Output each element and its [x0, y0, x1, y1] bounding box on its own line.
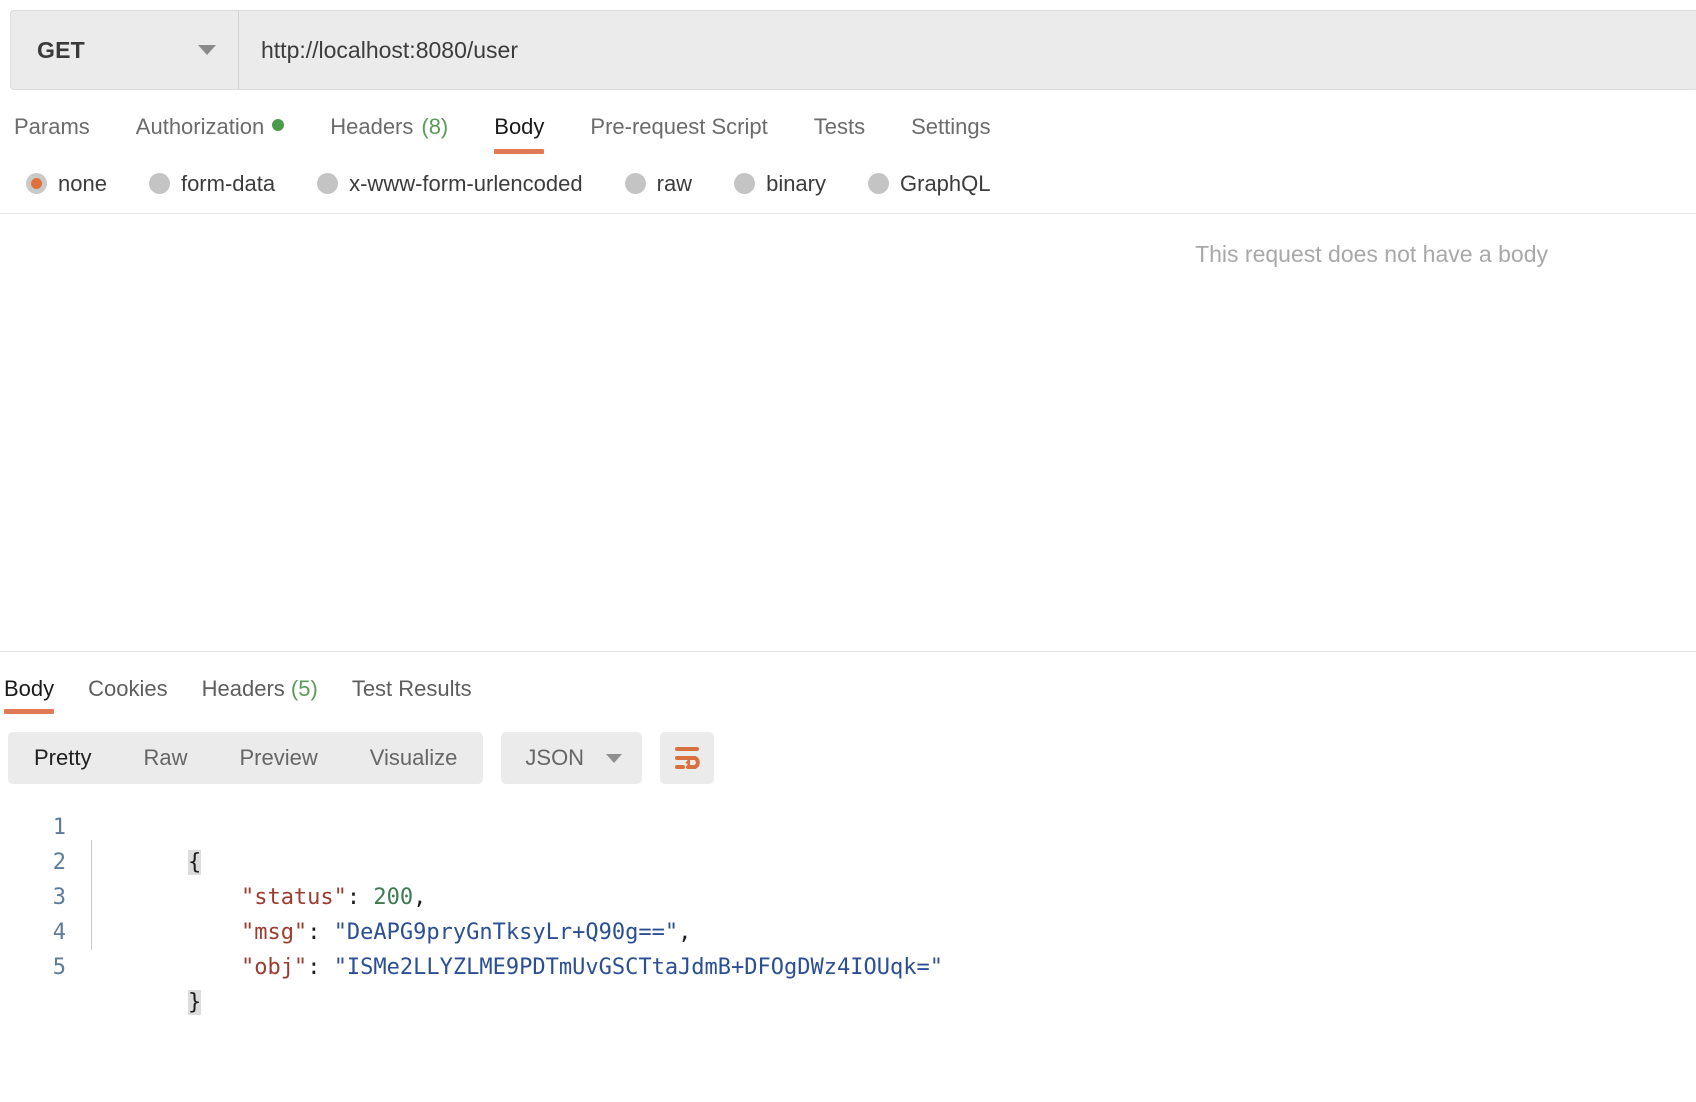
- url-input[interactable]: http://localhost:8080/user: [238, 10, 1696, 90]
- line-number: 1: [0, 810, 66, 845]
- body-mode-none-label: none: [58, 171, 107, 197]
- line-number: 3: [0, 880, 66, 915]
- code-indent: [188, 885, 241, 910]
- response-tab-body-label: Body: [4, 676, 54, 701]
- tab-body[interactable]: Body: [494, 114, 544, 154]
- code-indent: [188, 955, 241, 980]
- radio-icon: [734, 173, 755, 194]
- line-number-gutter: 1 2 3 4 5: [0, 810, 82, 985]
- response-tab-headers-label: Headers: [202, 676, 285, 701]
- code-line-2: "status": 200,: [82, 845, 1696, 880]
- json-comma: ,: [678, 920, 691, 945]
- response-tab-headers[interactable]: Headers (5): [202, 676, 318, 714]
- body-mode-form-data-label: form-data: [181, 171, 275, 197]
- json-key-obj: "obj": [241, 955, 307, 980]
- view-visualize-label: Visualize: [370, 745, 458, 771]
- json-value-msg: "DeAPG9pryGnTksyLr+Q90g==": [334, 920, 678, 945]
- tab-headers[interactable]: Headers (8): [330, 114, 448, 154]
- tab-pre-request-script-label: Pre-request Script: [590, 114, 767, 140]
- response-format-select[interactable]: JSON: [501, 732, 642, 784]
- json-value-obj: "ISMe2LLYZLME9PDTmUvGSCTtaJdmB+DFOgDWz4I…: [334, 955, 943, 980]
- json-comma: ,: [413, 885, 426, 910]
- authorization-status-dot-icon: [272, 119, 284, 131]
- response-tab-cookies[interactable]: Cookies: [88, 676, 167, 714]
- tab-tests-label: Tests: [814, 114, 865, 140]
- response-tab-cookies-label: Cookies: [88, 676, 167, 701]
- body-mode-raw-label: raw: [657, 171, 692, 197]
- view-preview-button[interactable]: Preview: [213, 732, 343, 784]
- json-key-status: "status": [241, 885, 347, 910]
- url-bar: GET http://localhost:8080/user: [0, 0, 1696, 90]
- url-input-value: http://localhost:8080/user: [261, 37, 518, 64]
- json-key-msg: "msg": [241, 920, 307, 945]
- body-mode-radio-group: none form-data x-www-form-urlencoded raw…: [0, 154, 1696, 214]
- line-number: 4: [0, 915, 66, 950]
- body-mode-none[interactable]: none: [26, 171, 107, 197]
- response-view-toolbar: Pretty Raw Preview Visualize JSON: [0, 714, 1696, 784]
- tab-params[interactable]: Params: [14, 114, 90, 154]
- view-pretty-button[interactable]: Pretty: [8, 732, 117, 784]
- code-lines: { "status": 200, "msg": "DeAPG9pryGnTksy…: [82, 810, 1696, 985]
- body-mode-urlencoded[interactable]: x-www-form-urlencoded: [317, 171, 583, 197]
- code-line-1: {: [82, 810, 1696, 845]
- view-raw-label: Raw: [143, 745, 187, 771]
- tab-params-label: Params: [14, 114, 90, 140]
- http-method-label: GET: [37, 37, 85, 64]
- body-mode-graphql[interactable]: GraphQL: [868, 171, 991, 197]
- json-value-status: 200: [373, 885, 413, 910]
- response-tab-test-results[interactable]: Test Results: [352, 676, 472, 714]
- view-pretty-label: Pretty: [34, 745, 91, 771]
- line-number: 2: [0, 845, 66, 880]
- response-tab-body[interactable]: Body: [4, 676, 54, 714]
- tab-pre-request-script[interactable]: Pre-request Script: [590, 114, 767, 154]
- view-visualize-button[interactable]: Visualize: [344, 732, 484, 784]
- tab-headers-count: (8): [421, 114, 448, 140]
- code-fold-guide: [91, 840, 92, 950]
- response-tabs: Body Cookies Headers (5) Test Results: [0, 652, 1696, 714]
- wrap-lines-button[interactable]: [660, 732, 714, 784]
- json-close-brace: }: [188, 990, 201, 1015]
- view-raw-button[interactable]: Raw: [117, 732, 213, 784]
- tab-body-label: Body: [494, 114, 544, 140]
- tab-authorization[interactable]: Authorization: [136, 114, 284, 154]
- radio-icon: [625, 173, 646, 194]
- json-colon: :: [307, 955, 334, 980]
- body-mode-binary[interactable]: binary: [734, 171, 826, 197]
- response-body-code-viewer[interactable]: 1 2 3 4 5 { "status": 200, "msg": "DeAPG…: [0, 810, 1696, 985]
- chevron-down-icon: [606, 754, 622, 763]
- tab-authorization-label: Authorization: [136, 114, 264, 140]
- body-mode-form-data[interactable]: form-data: [149, 171, 275, 197]
- response-format-label: JSON: [525, 745, 584, 771]
- radio-icon: [868, 173, 889, 194]
- http-method-select[interactable]: GET: [10, 10, 238, 90]
- json-colon: :: [307, 920, 334, 945]
- response-view-segmented-control: Pretty Raw Preview Visualize: [8, 732, 483, 784]
- empty-body-message: This request does not have a body: [1195, 241, 1548, 268]
- request-body-pane: This request does not have a body: [0, 214, 1696, 651]
- tab-tests[interactable]: Tests: [814, 114, 865, 154]
- view-preview-label: Preview: [239, 745, 317, 771]
- chevron-down-icon: [198, 45, 216, 55]
- json-open-brace: {: [188, 850, 201, 875]
- wrap-lines-icon: [672, 745, 702, 771]
- body-mode-raw[interactable]: raw: [625, 171, 692, 197]
- tab-settings-label: Settings: [911, 114, 991, 140]
- code-indent: [188, 920, 241, 945]
- radio-icon: [26, 173, 47, 194]
- line-number: 5: [0, 950, 66, 985]
- body-mode-urlencoded-label: x-www-form-urlencoded: [349, 171, 583, 197]
- tab-headers-label: Headers: [330, 114, 413, 140]
- response-tab-test-results-label: Test Results: [352, 676, 472, 701]
- radio-icon: [317, 173, 338, 194]
- body-mode-graphql-label: GraphQL: [900, 171, 991, 197]
- response-section: Body Cookies Headers (5) Test Results Pr…: [0, 651, 1696, 985]
- body-mode-binary-label: binary: [766, 171, 826, 197]
- radio-icon: [149, 173, 170, 194]
- response-tab-headers-count: (5): [291, 676, 318, 701]
- json-colon: :: [347, 885, 374, 910]
- tab-settings[interactable]: Settings: [911, 114, 991, 154]
- request-tabs: Params Authorization Headers (8) Body Pr…: [0, 96, 1696, 154]
